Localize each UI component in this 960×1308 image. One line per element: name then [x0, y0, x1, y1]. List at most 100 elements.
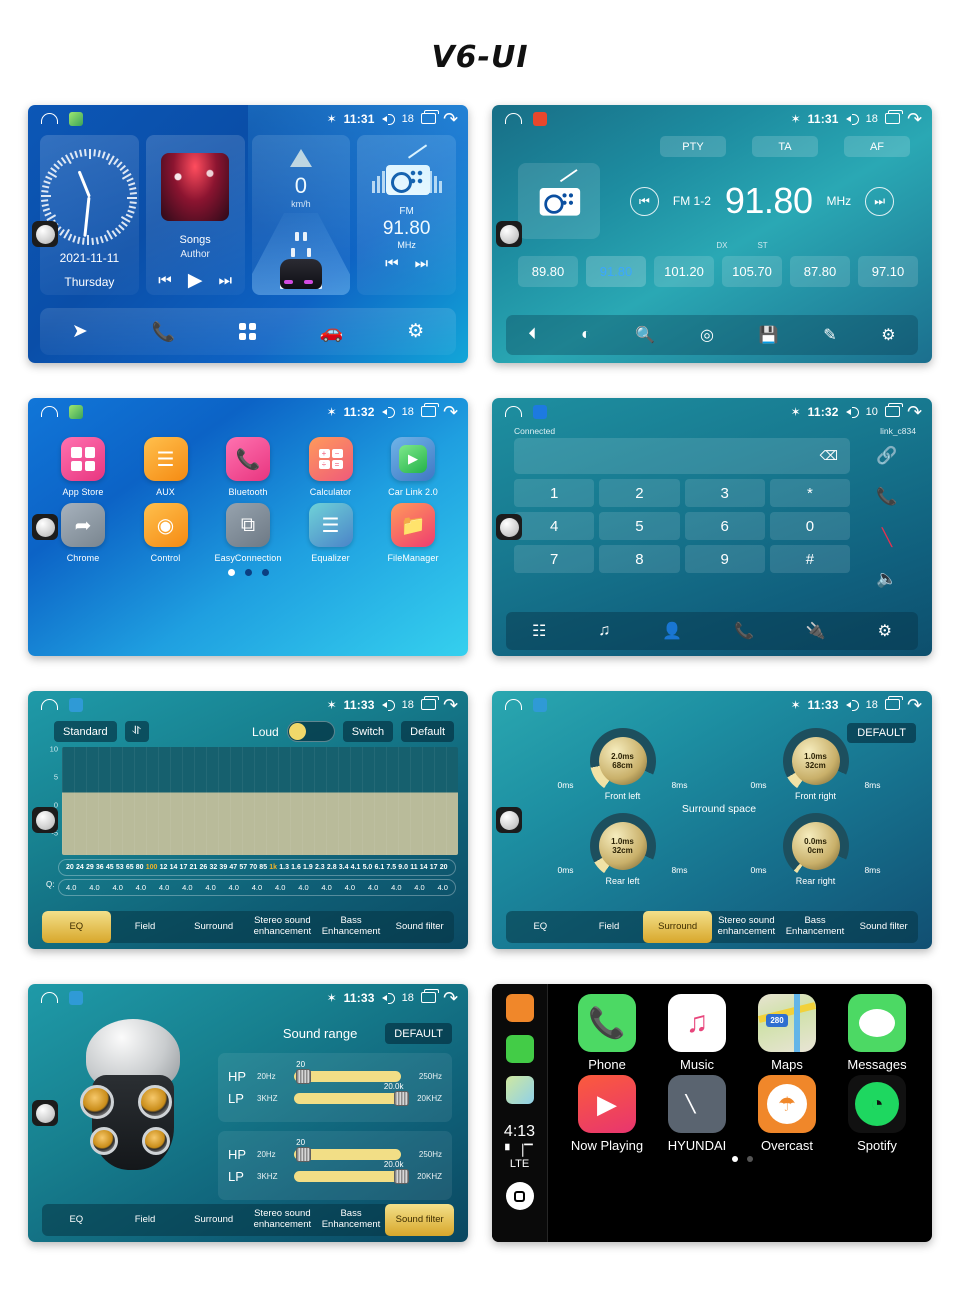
tab-eq[interactable]: EQ	[506, 911, 575, 943]
chevron-down-icon[interactable]: ⥯	[124, 721, 149, 742]
car-connect-icon[interactable]: 🚗	[320, 320, 344, 344]
carplay-app-hyundai[interactable]: ⃥ HYUNDAI	[653, 1075, 741, 1153]
tab-bass-enhancement[interactable]: Bass Enhancement	[317, 1204, 386, 1236]
app-item-control[interactable]: ◉ Control	[127, 503, 205, 563]
dial-key[interactable]: #	[769, 545, 850, 573]
carplay-app-messages[interactable]: Messages	[833, 994, 921, 1072]
home-icon[interactable]	[41, 992, 58, 1003]
bluetooth-app-icon[interactable]	[533, 404, 547, 419]
dialpad-icon[interactable]: ☷	[532, 621, 546, 641]
af-button[interactable]: AF	[844, 136, 910, 157]
seek-up-button[interactable]: ⏭	[865, 186, 895, 216]
seek-down-button[interactable]: ⏮	[629, 186, 659, 216]
eq-preset-select[interactable]: Standard	[54, 721, 117, 742]
volume-knob[interactable]	[32, 1100, 58, 1126]
slider-handle[interactable]	[393, 1091, 409, 1106]
app-shortcut-icon[interactable]	[69, 111, 83, 126]
screen-sound-filter[interactable]: ✶ 11:33 18 ↶ Sound range DEFAULT HP 20Hz…	[28, 984, 468, 1242]
app-item-equalizer[interactable]: ☰ Equalizer	[292, 503, 370, 563]
st-label[interactable]: ST	[757, 241, 767, 250]
tab-surround[interactable]: Surround	[179, 911, 248, 943]
screen-bluetooth-dialer[interactable]: ✶ 11:32 10 ↶ Connected link_c834 ⌫ 1 2 3	[492, 398, 932, 656]
navigation-widget[interactable]: 0 km/h	[251, 135, 351, 295]
radio-next-icon[interactable]: ⏭	[415, 255, 429, 272]
screen-carplay[interactable]: 4:13 ▘▕▔ LTE 📞 Phone ♫ Music 280 Maps Me…	[492, 984, 932, 1242]
eq-frequency-row[interactable]: 20 24 29 36 45 53 65 80 100 12 14 17 21 …	[58, 859, 456, 876]
page-dot[interactable]	[227, 569, 235, 576]
preset-button[interactable]: 89.80	[518, 256, 578, 287]
slider-handle[interactable]	[296, 1147, 312, 1162]
knob-front-left[interactable]: 2.0ms 68cm 0ms 8ms Front left	[548, 728, 698, 801]
radio-app-icon[interactable]	[533, 111, 547, 126]
dial-key[interactable]: 6	[684, 512, 765, 540]
slider-row-hp[interactable]: HP 20Hz 20 250Hz	[228, 1138, 442, 1162]
radio-widget[interactable]: FM 91.80 MHz ⏮ ⏭	[357, 135, 456, 295]
preset-button[interactable]: 87.80	[790, 256, 850, 287]
overcast-mini-icon[interactable]	[505, 994, 534, 1022]
dx-label[interactable]: DX	[716, 241, 727, 250]
equalizer-app-icon[interactable]	[533, 697, 547, 712]
recents-icon[interactable]	[420, 110, 439, 124]
slider-row-hp[interactable]: HP 20Hz 20 250Hz	[228, 1060, 442, 1084]
settings-icon[interactable]: ⚙	[878, 621, 892, 641]
band-icon[interactable]: ⏴	[528, 326, 536, 344]
search-icon[interactable]: 🔍	[635, 325, 655, 345]
hangup-icon[interactable]: ╲	[856, 520, 918, 556]
default-button[interactable]: Default	[401, 721, 454, 742]
ta-button[interactable]: TA	[752, 136, 818, 157]
preset-button[interactable]: 101.20	[654, 256, 714, 287]
tab-stereo-sound-enhancement[interactable]: Stereo sound enhancement	[248, 1204, 317, 1236]
hp-slider[interactable]: 20	[294, 1060, 401, 1084]
screen-radio[interactable]: ✶ 11:31 18 ↶ PTY TA AF ⏮ FM 1-2 91.80 MH…	[492, 105, 932, 363]
dial-key[interactable]: 8	[599, 545, 680, 573]
carplay-app-now-playing[interactable]: ▶ Now Playing	[563, 1075, 651, 1153]
screen-equalizer[interactable]: ✶ 11:33 18 ↶ Standard ⥯ Loud Switch Defa…	[28, 691, 468, 949]
app-item-easyconnection[interactable]: ⧉ EasyConnection	[209, 503, 287, 563]
recents-icon[interactable]	[420, 989, 439, 1003]
slider-row-lp[interactable]: LP 3KHZ 20.0k 20KHZ	[228, 1082, 442, 1106]
back-icon[interactable]: ↶	[443, 402, 458, 422]
speaker-icon[interactable]: 🔈	[856, 561, 918, 597]
volume-knob[interactable]	[32, 514, 58, 540]
home-icon[interactable]	[41, 406, 58, 417]
tab-field[interactable]: Field	[111, 1204, 180, 1236]
clock-widget[interactable]: 2021-11-11 Thursday	[40, 135, 139, 295]
rotary-knob-icon[interactable]: 0.0ms 0cm	[782, 813, 849, 879]
home-icon[interactable]	[505, 113, 522, 124]
equalizer-app-icon[interactable]	[69, 697, 83, 712]
screen-app-drawer[interactable]: ✶ 11:32 18 ↶ App Store ☰ AUX 📞 Bluetooth…	[28, 398, 468, 656]
preset-button[interactable]: 105.70	[722, 256, 782, 287]
recents-icon[interactable]	[884, 696, 903, 710]
dial-key[interactable]: 5	[599, 512, 680, 540]
carplay-app-maps[interactable]: 280 Maps	[743, 994, 831, 1072]
app-item-app-store[interactable]: App Store	[44, 437, 122, 497]
app-item-filemanager[interactable]: 📁 FileManager	[374, 503, 452, 563]
rotary-knob-icon[interactable]: 1.0ms 32cm	[782, 728, 849, 794]
dial-key[interactable]: 0	[769, 512, 850, 540]
dial-key[interactable]: 2	[599, 479, 680, 507]
radio-prev-icon[interactable]: ⏮	[385, 255, 399, 272]
settings-icon[interactable]: ⚙	[881, 325, 895, 345]
hp-slider[interactable]: 20	[294, 1138, 401, 1162]
call-log-icon[interactable]: 📞	[734, 621, 754, 641]
save-icon[interactable]: 💾	[759, 325, 779, 345]
tab-sound-filter[interactable]: Sound filter	[849, 911, 918, 943]
app-item-aux[interactable]: ☰ AUX	[127, 437, 205, 497]
messages-mini-icon[interactable]	[505, 1035, 534, 1063]
rotary-knob-icon[interactable]: 2.0ms 68cm	[589, 728, 656, 794]
app-item-bluetooth[interactable]: 📞 Bluetooth	[209, 437, 287, 497]
recents-icon[interactable]	[420, 696, 439, 710]
maps-mini-icon[interactable]	[505, 1076, 534, 1104]
location-icon[interactable]: ◎	[700, 325, 714, 345]
tab-field[interactable]: Field	[575, 911, 644, 943]
volume-knob[interactable]	[496, 514, 522, 540]
volume-knob[interactable]	[32, 221, 58, 247]
slider-handle[interactable]	[393, 1169, 409, 1184]
tab-field[interactable]: Field	[111, 911, 180, 943]
music-widget[interactable]: Songs Author ⏮ ▶ ⏭	[145, 135, 245, 295]
app-shortcut-icon[interactable]	[69, 404, 83, 419]
preset-button[interactable]: 91.80	[586, 256, 646, 287]
carplay-home-icon[interactable]	[505, 1182, 534, 1210]
backspace-icon[interactable]: ⌫	[820, 448, 838, 464]
carplay-app-phone[interactable]: 📞 Phone	[563, 994, 651, 1072]
